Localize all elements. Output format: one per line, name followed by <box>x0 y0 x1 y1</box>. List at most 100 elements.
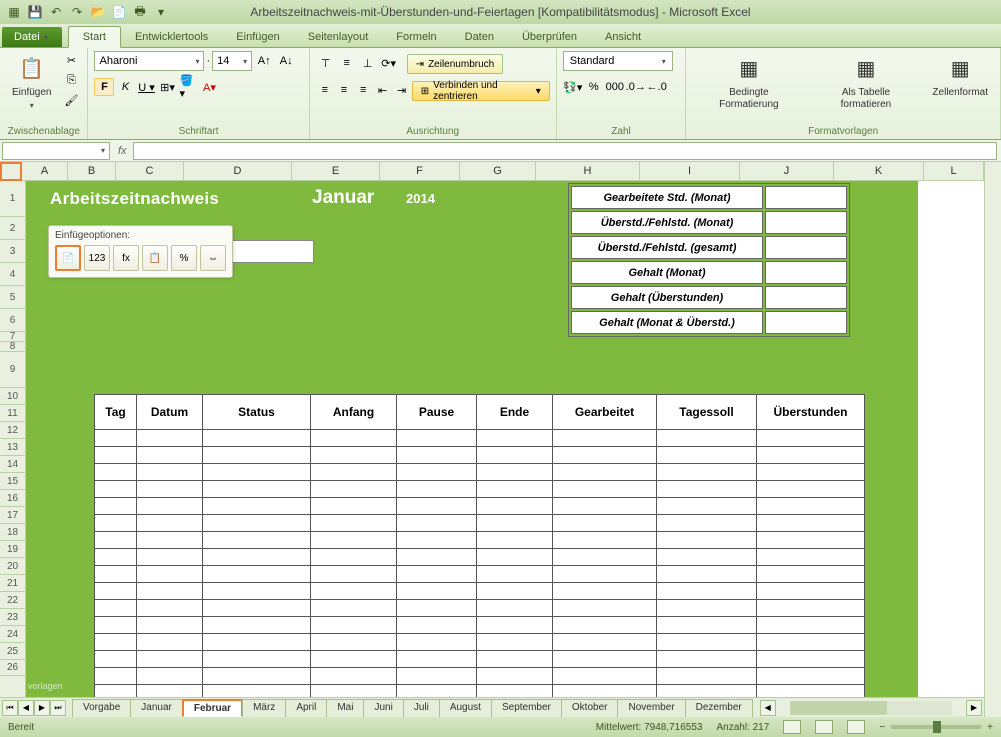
sheet-nav-prev-icon[interactable]: ◀ <box>18 700 34 716</box>
table-cell[interactable] <box>553 600 657 617</box>
col-header-L[interactable]: L <box>924 162 984 180</box>
file-tab[interactable]: Datei▾ <box>2 27 62 47</box>
table-cell[interactable] <box>477 515 553 532</box>
table-cell[interactable] <box>657 464 757 481</box>
table-cell[interactable] <box>397 532 477 549</box>
table-cell[interactable] <box>95 634 137 651</box>
col-header-K[interactable]: K <box>834 162 924 180</box>
bold-button[interactable]: F <box>94 78 114 96</box>
sheet-tab-dezember[interactable]: Dezember <box>685 699 753 717</box>
table-cell[interactable] <box>137 583 203 600</box>
undo-icon[interactable]: ↶ <box>46 2 66 22</box>
col-header-D[interactable]: D <box>184 162 292 180</box>
table-cell[interactable] <box>553 651 657 668</box>
table-cell[interactable] <box>477 481 553 498</box>
table-cell[interactable] <box>203 515 311 532</box>
table-cell[interactable] <box>657 430 757 447</box>
col-header-I[interactable]: I <box>640 162 740 180</box>
table-cell[interactable] <box>757 447 865 464</box>
table-cell[interactable] <box>203 634 311 651</box>
paste-option-0[interactable]: 📄 <box>55 245 81 271</box>
table-cell[interactable] <box>203 566 311 583</box>
table-cell[interactable] <box>311 685 397 698</box>
orientation-icon[interactable]: ⟳▾ <box>379 54 399 72</box>
table-cell[interactable] <box>397 430 477 447</box>
table-cell[interactable] <box>657 532 757 549</box>
table-cell[interactable] <box>95 685 137 698</box>
table-cell[interactable] <box>311 549 397 566</box>
table-cell[interactable] <box>477 464 553 481</box>
table-cell[interactable] <box>477 668 553 685</box>
table-cell[interactable] <box>397 481 477 498</box>
thousands-icon[interactable]: 000 <box>605 78 625 96</box>
sheet-tab-vorgabe[interactable]: Vorgabe <box>72 699 131 717</box>
table-cell[interactable] <box>397 583 477 600</box>
sheet-tab-oktober[interactable]: Oktober <box>561 699 619 717</box>
row-header-15[interactable]: 15 <box>0 473 25 490</box>
summary-value[interactable] <box>765 286 847 309</box>
table-cell[interactable] <box>553 532 657 549</box>
italic-button[interactable]: K <box>115 78 135 96</box>
table-cell[interactable] <box>95 430 137 447</box>
summary-value[interactable] <box>765 236 847 259</box>
table-cell[interactable] <box>137 566 203 583</box>
table-cell[interactable] <box>311 583 397 600</box>
align-middle-icon[interactable]: ≡ <box>337 54 357 72</box>
row-header-11[interactable]: 11 <box>0 405 25 422</box>
table-cell[interactable] <box>137 464 203 481</box>
table-cell[interactable] <box>657 481 757 498</box>
table-cell[interactable] <box>757 634 865 651</box>
paste-option-4[interactable]: % <box>171 245 197 271</box>
sheet-tab-februar[interactable]: Februar <box>182 699 243 717</box>
table-cell[interactable] <box>657 668 757 685</box>
table-cell[interactable] <box>311 447 397 464</box>
table-cell[interactable] <box>553 617 657 634</box>
sheet-tab-märz[interactable]: März <box>242 699 286 717</box>
table-cell[interactable] <box>95 600 137 617</box>
table-cell[interactable] <box>657 583 757 600</box>
fx-icon[interactable]: fx <box>112 145 133 157</box>
paste-option-2[interactable]: fx <box>113 245 139 271</box>
col-header-H[interactable]: H <box>536 162 640 180</box>
table-cell[interactable] <box>203 447 311 464</box>
table-cell[interactable] <box>95 566 137 583</box>
zoom-out-icon[interactable]: − <box>879 722 885 733</box>
view-layout-icon[interactable] <box>815 720 833 734</box>
table-cell[interactable] <box>553 634 657 651</box>
paste-button[interactable]: 📋Einfügen▾ <box>6 51 57 112</box>
scroll-left-icon[interactable]: ◀ <box>760 700 776 716</box>
zoom-slider[interactable]: − + <box>879 722 993 733</box>
table-cell[interactable] <box>95 515 137 532</box>
table-cell[interactable] <box>757 668 865 685</box>
table-cell[interactable] <box>95 549 137 566</box>
conditional-format-button[interactable]: ▦Bedingte Formatierung <box>692 51 805 112</box>
table-cell[interactable] <box>553 430 657 447</box>
table-cell[interactable] <box>757 515 865 532</box>
table-cell[interactable] <box>553 583 657 600</box>
row-header-20[interactable]: 20 <box>0 558 25 575</box>
table-cell[interactable] <box>311 634 397 651</box>
zoom-in-icon[interactable]: + <box>987 722 993 733</box>
table-cell[interactable] <box>203 600 311 617</box>
table-cell[interactable] <box>203 651 311 668</box>
table-cell[interactable] <box>477 617 553 634</box>
col-header-F[interactable]: F <box>380 162 460 180</box>
table-cell[interactable] <box>311 617 397 634</box>
table-cell[interactable] <box>203 668 311 685</box>
table-cell[interactable] <box>311 498 397 515</box>
table-cell[interactable] <box>397 566 477 583</box>
table-cell[interactable] <box>757 498 865 515</box>
table-cell[interactable] <box>137 549 203 566</box>
format-table-button[interactable]: ▦Als Tabelle formatieren <box>809 51 922 112</box>
indent-inc-icon[interactable]: ⇥ <box>393 81 411 99</box>
row-header-13[interactable]: 13 <box>0 439 25 456</box>
row-header-19[interactable]: 19 <box>0 541 25 558</box>
table-cell[interactable] <box>137 430 203 447</box>
row-header-8[interactable]: 8 <box>0 342 25 352</box>
row-header-10[interactable]: 10 <box>0 388 25 405</box>
sheet-tab-november[interactable]: November <box>617 699 685 717</box>
table-cell[interactable] <box>477 549 553 566</box>
table-cell[interactable] <box>397 464 477 481</box>
table-cell[interactable] <box>757 549 865 566</box>
col-header-A[interactable]: A <box>22 162 68 180</box>
